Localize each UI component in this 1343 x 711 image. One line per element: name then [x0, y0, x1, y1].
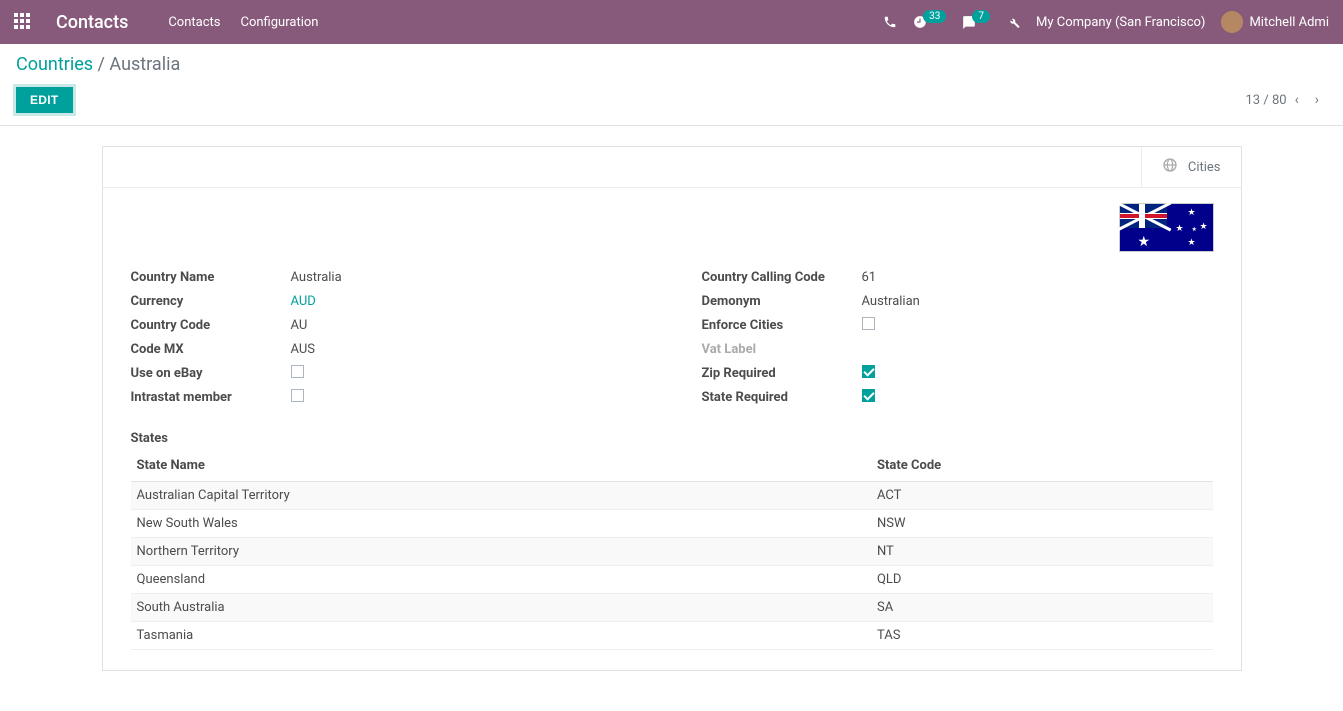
breadcrumb: Countries / Australia: [16, 54, 1327, 75]
state-code-cell: ACT: [871, 482, 1213, 510]
states-table: State Name State Code Australian Capital…: [131, 450, 1213, 650]
app-brand[interactable]: Contacts: [56, 12, 128, 33]
label-intrastat: Intrastat member: [131, 390, 291, 405]
state-code-cell: SA: [871, 594, 1213, 622]
checkbox-intrastat[interactable]: [291, 389, 304, 402]
value-demonym: Australian: [862, 294, 920, 309]
value-country-code: AU: [291, 318, 308, 333]
label-country-code: Country Code: [131, 318, 291, 333]
control-panel: Countries / Australia EDIT 13 / 80 ‹ ›: [0, 44, 1343, 126]
breadcrumb-sep: /: [98, 54, 110, 75]
label-code-mx: Code MX: [131, 342, 291, 357]
user-menu[interactable]: Mitchell Admi: [1221, 11, 1329, 33]
value-calling-code: 61: [862, 270, 877, 285]
table-row[interactable]: QueenslandQLD: [131, 566, 1213, 594]
label-zip-required: Zip Required: [702, 366, 862, 381]
label-vat-label: Vat Label: [702, 342, 862, 357]
cities-stat-button[interactable]: Cities: [1141, 147, 1241, 187]
label-calling-code: Country Calling Code: [702, 270, 862, 285]
checkbox-zip-required[interactable]: [862, 365, 875, 378]
pager-total: 80: [1272, 93, 1287, 108]
label-demonym: Demonym: [702, 294, 862, 309]
state-code-cell: NT: [871, 538, 1213, 566]
table-row[interactable]: Australian Capital TerritoryACT: [131, 482, 1213, 510]
state-name-cell: New South Wales: [131, 510, 871, 538]
table-row[interactable]: TasmaniaTAS: [131, 622, 1213, 650]
value-code-mx: AUS: [291, 342, 316, 357]
label-enforce-cities: Enforce Cities: [702, 318, 862, 333]
apps-icon[interactable]: [14, 13, 32, 31]
state-name-cell: Tasmania: [131, 622, 871, 650]
breadcrumb-parent[interactable]: Countries: [16, 54, 93, 75]
form-sheet: Cities ★ ★ ★ ★ ★ ★ Country NameAustralia…: [102, 146, 1242, 671]
nav-menu-contacts[interactable]: Contacts: [168, 15, 220, 30]
label-currency: Currency: [131, 294, 291, 309]
label-use-ebay: Use on eBay: [131, 366, 291, 381]
checkbox-enforce-cities[interactable]: [862, 317, 875, 330]
label-country-name: Country Name: [131, 270, 291, 285]
state-name-cell: Australian Capital Territory: [131, 482, 871, 510]
cities-stat-label: Cities: [1188, 160, 1221, 175]
table-row[interactable]: Northern TerritoryNT: [131, 538, 1213, 566]
button-box: Cities: [103, 147, 1241, 188]
value-currency[interactable]: AUD: [291, 294, 316, 309]
left-column: Country NameAustralia CurrencyAUD Countr…: [131, 265, 642, 409]
value-country-name: Australia: [291, 270, 342, 285]
company-switcher[interactable]: My Company (San Francisco): [1036, 15, 1205, 30]
user-name: Mitchell Admi: [1249, 15, 1329, 30]
table-row[interactable]: South AustraliaSA: [131, 594, 1213, 622]
states-header-code[interactable]: State Code: [871, 450, 1213, 482]
discuss-badge: 7: [972, 10, 990, 23]
state-name-cell: Northern Territory: [131, 538, 871, 566]
right-column: Country Calling Code61 DemonymAustralian…: [702, 265, 1213, 409]
edit-button[interactable]: EDIT: [16, 87, 73, 113]
breadcrumb-current: Australia: [109, 54, 180, 75]
pager-pos: 13: [1245, 93, 1260, 108]
discuss-icon[interactable]: 7: [962, 15, 990, 29]
table-row[interactable]: New South WalesNSW: [131, 510, 1213, 538]
activity-badge: 33: [923, 10, 946, 23]
state-code-cell: NSW: [871, 510, 1213, 538]
country-flag: ★ ★ ★ ★ ★ ★: [1120, 204, 1213, 251]
pager-next-icon[interactable]: ›: [1307, 88, 1327, 112]
debug-icon[interactable]: [1006, 15, 1020, 29]
nav-menu-configuration[interactable]: Configuration: [241, 15, 319, 30]
state-name-cell: South Australia: [131, 594, 871, 622]
states-section-title: States: [103, 413, 1241, 450]
states-header-name[interactable]: State Name: [131, 450, 871, 482]
avatar: [1221, 11, 1243, 33]
top-navbar: Contacts Contacts Configuration 33 7 My …: [0, 0, 1343, 44]
activity-icon[interactable]: 33: [913, 15, 946, 29]
pager-prev-icon[interactable]: ‹: [1287, 88, 1307, 112]
checkbox-use-ebay[interactable]: [291, 365, 304, 378]
state-name-cell: Queensland: [131, 566, 871, 594]
phone-icon[interactable]: [883, 15, 897, 29]
checkbox-state-required[interactable]: [862, 389, 875, 402]
state-code-cell: QLD: [871, 566, 1213, 594]
globe-icon: [1162, 157, 1178, 177]
label-state-required: State Required: [702, 390, 862, 405]
state-code-cell: TAS: [871, 622, 1213, 650]
pager: 13 / 80 ‹ ›: [1245, 88, 1327, 112]
